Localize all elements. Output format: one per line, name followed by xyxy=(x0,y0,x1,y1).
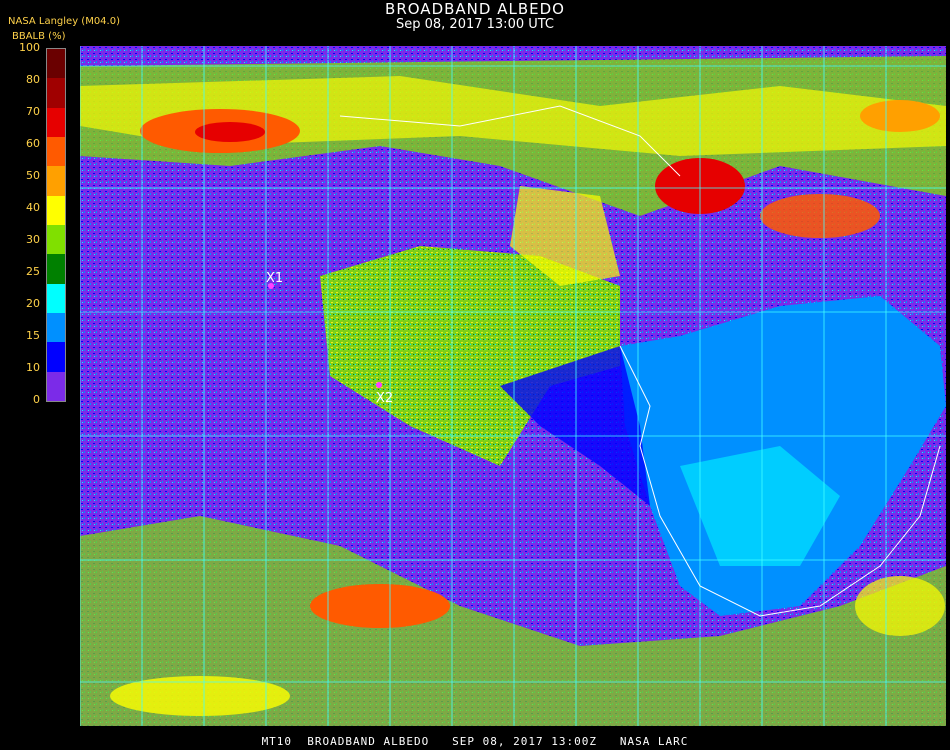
legend-swatch xyxy=(47,283,65,313)
legend-tick-label: 0 xyxy=(33,393,40,406)
legend-swatch xyxy=(47,254,65,284)
source-label: NASA Langley (M04.0) xyxy=(8,16,120,27)
legend-swatch xyxy=(47,166,65,196)
marker-x2-label: X2 xyxy=(376,391,393,406)
legend-swatch xyxy=(47,225,65,255)
cloud-red-nw-core xyxy=(195,122,265,142)
legend-swatch xyxy=(47,137,65,167)
cloud-orange-south xyxy=(310,584,450,628)
footer-caption: MT10 BROADBAND ALBEDO SEP 08, 2017 13:00… xyxy=(261,735,689,748)
map-subtitle: Sep 08, 2017 13:00 UTC xyxy=(395,17,555,32)
legend-tick-label: 15 xyxy=(26,329,40,342)
legend-tick-label: 60 xyxy=(26,137,40,150)
legend-tick-label: 50 xyxy=(26,169,40,182)
marker-x1-label: X1 xyxy=(266,271,283,286)
cloud-orange-ne xyxy=(760,194,880,238)
legend-tick-label: 30 xyxy=(26,233,40,246)
legend-tick-label: 40 xyxy=(26,201,40,214)
legend-swatch xyxy=(47,49,65,79)
legend-tick-label: 25 xyxy=(26,265,40,278)
cloud-orange-far-ne xyxy=(860,100,940,132)
legend-swatch xyxy=(47,107,65,137)
legend-tick-label: 10 xyxy=(26,361,40,374)
legend-tick-label: 70 xyxy=(26,105,40,118)
legend-swatch xyxy=(47,342,65,372)
legend-swatch xyxy=(47,78,65,108)
legend-tick-label: 20 xyxy=(26,297,40,310)
legend-swatch xyxy=(47,371,65,401)
legend-tick-label: 80 xyxy=(26,73,40,86)
albedo-map: X1 X2 xyxy=(80,46,946,726)
legend-swatch xyxy=(47,313,65,343)
legend-swatch xyxy=(47,195,65,225)
map-title: BROADBAND ALBEDO xyxy=(385,0,565,18)
cloud-yellow-se xyxy=(855,576,945,636)
legend-color-bar xyxy=(46,48,66,402)
legend-tick-label: 100 xyxy=(19,41,40,54)
